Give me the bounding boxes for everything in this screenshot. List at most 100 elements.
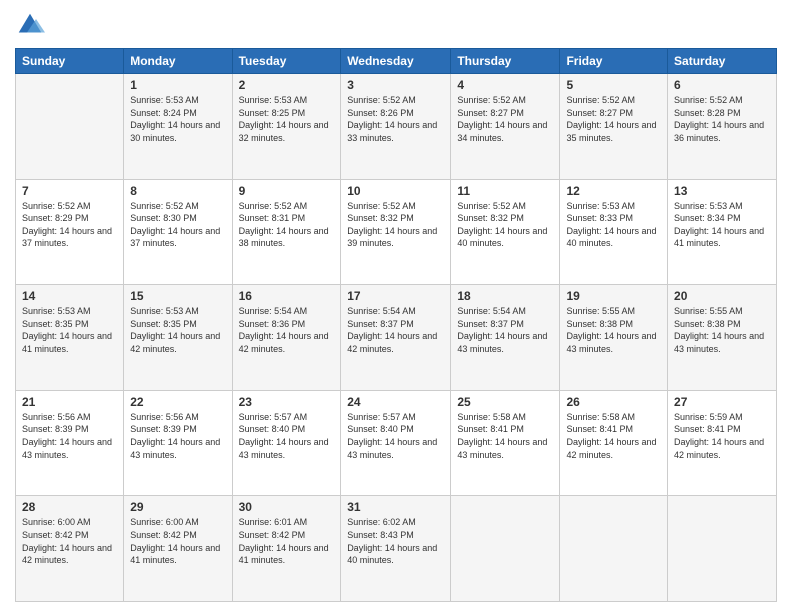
sunrise: Sunrise: 5:53 AM — [22, 306, 91, 316]
sunset: Sunset: 8:33 PM — [566, 213, 633, 223]
sunset: Sunset: 8:37 PM — [457, 319, 524, 329]
day-number: 29 — [130, 500, 225, 514]
sunset: Sunset: 8:35 PM — [22, 319, 89, 329]
daylight: Daylight: 14 hours and 41 minutes. — [22, 331, 112, 354]
sunrise: Sunrise: 6:00 AM — [130, 517, 199, 527]
daylight: Daylight: 14 hours and 42 minutes. — [130, 331, 220, 354]
sunset: Sunset: 8:41 PM — [674, 424, 741, 434]
logo-icon — [15, 10, 45, 40]
sunrise: Sunrise: 5:53 AM — [130, 95, 199, 105]
daylight: Daylight: 14 hours and 33 minutes. — [347, 120, 437, 143]
logo — [15, 10, 49, 40]
calendar-cell: 31 Sunrise: 6:02 AM Sunset: 8:43 PM Dayl… — [341, 496, 451, 602]
day-number: 28 — [22, 500, 117, 514]
sunset: Sunset: 8:36 PM — [239, 319, 306, 329]
day-number: 7 — [22, 184, 117, 198]
sunrise: Sunrise: 5:52 AM — [22, 201, 91, 211]
calendar-cell: 12 Sunrise: 5:53 AM Sunset: 8:33 PM Dayl… — [560, 179, 668, 285]
calendar-cell: 28 Sunrise: 6:00 AM Sunset: 8:42 PM Dayl… — [16, 496, 124, 602]
daylight: Daylight: 14 hours and 41 minutes. — [674, 226, 764, 249]
daylight: Daylight: 14 hours and 36 minutes. — [674, 120, 764, 143]
daylight: Daylight: 14 hours and 37 minutes. — [22, 226, 112, 249]
calendar-cell: 18 Sunrise: 5:54 AM Sunset: 8:37 PM Dayl… — [451, 285, 560, 391]
day-number: 17 — [347, 289, 444, 303]
calendar-cell: 9 Sunrise: 5:52 AM Sunset: 8:31 PM Dayli… — [232, 179, 341, 285]
day-number: 14 — [22, 289, 117, 303]
day-number: 30 — [239, 500, 335, 514]
calendar-cell: 16 Sunrise: 5:54 AM Sunset: 8:36 PM Dayl… — [232, 285, 341, 391]
sunrise: Sunrise: 5:54 AM — [457, 306, 526, 316]
col-sunday: Sunday — [16, 49, 124, 74]
sunset: Sunset: 8:41 PM — [566, 424, 633, 434]
sunset: Sunset: 8:39 PM — [130, 424, 197, 434]
calendar-cell: 29 Sunrise: 6:00 AM Sunset: 8:42 PM Dayl… — [124, 496, 232, 602]
daylight: Daylight: 14 hours and 43 minutes. — [22, 437, 112, 460]
daylight: Daylight: 14 hours and 43 minutes. — [130, 437, 220, 460]
sunset: Sunset: 8:41 PM — [457, 424, 524, 434]
day-number: 8 — [130, 184, 225, 198]
calendar-cell: 17 Sunrise: 5:54 AM Sunset: 8:37 PM Dayl… — [341, 285, 451, 391]
sunrise: Sunrise: 5:52 AM — [130, 201, 199, 211]
sunset: Sunset: 8:27 PM — [457, 108, 524, 118]
sunrise: Sunrise: 5:58 AM — [457, 412, 526, 422]
sunset: Sunset: 8:42 PM — [22, 530, 89, 540]
day-number: 24 — [347, 395, 444, 409]
page: Sunday Monday Tuesday Wednesday Thursday… — [0, 0, 792, 612]
calendar-cell — [668, 496, 777, 602]
daylight: Daylight: 14 hours and 41 minutes. — [130, 543, 220, 566]
day-number: 31 — [347, 500, 444, 514]
day-number: 15 — [130, 289, 225, 303]
sunset: Sunset: 8:31 PM — [239, 213, 306, 223]
sunrise: Sunrise: 5:53 AM — [239, 95, 308, 105]
sunrise: Sunrise: 5:52 AM — [239, 201, 308, 211]
sunrise: Sunrise: 5:57 AM — [347, 412, 416, 422]
sunset: Sunset: 8:35 PM — [130, 319, 197, 329]
sunset: Sunset: 8:25 PM — [239, 108, 306, 118]
day-number: 19 — [566, 289, 661, 303]
day-number: 13 — [674, 184, 770, 198]
sunset: Sunset: 8:30 PM — [130, 213, 197, 223]
calendar-cell: 21 Sunrise: 5:56 AM Sunset: 8:39 PM Dayl… — [16, 390, 124, 496]
daylight: Daylight: 14 hours and 42 minutes. — [674, 437, 764, 460]
sunrise: Sunrise: 5:53 AM — [130, 306, 199, 316]
day-number: 2 — [239, 78, 335, 92]
daylight: Daylight: 14 hours and 42 minutes. — [347, 331, 437, 354]
calendar-cell: 23 Sunrise: 5:57 AM Sunset: 8:40 PM Dayl… — [232, 390, 341, 496]
day-number: 1 — [130, 78, 225, 92]
sunrise: Sunrise: 5:54 AM — [239, 306, 308, 316]
sunrise: Sunrise: 5:53 AM — [566, 201, 635, 211]
sunrise: Sunrise: 5:52 AM — [674, 95, 743, 105]
calendar-cell: 2 Sunrise: 5:53 AM Sunset: 8:25 PM Dayli… — [232, 74, 341, 180]
sunset: Sunset: 8:32 PM — [347, 213, 414, 223]
sunrise: Sunrise: 5:52 AM — [347, 201, 416, 211]
daylight: Daylight: 14 hours and 40 minutes. — [566, 226, 656, 249]
sunset: Sunset: 8:26 PM — [347, 108, 414, 118]
sunrise: Sunrise: 5:53 AM — [674, 201, 743, 211]
sunset: Sunset: 8:28 PM — [674, 108, 741, 118]
sunset: Sunset: 8:39 PM — [22, 424, 89, 434]
daylight: Daylight: 14 hours and 43 minutes. — [457, 331, 547, 354]
daylight: Daylight: 14 hours and 43 minutes. — [457, 437, 547, 460]
col-thursday: Thursday — [451, 49, 560, 74]
col-saturday: Saturday — [668, 49, 777, 74]
daylight: Daylight: 14 hours and 30 minutes. — [130, 120, 220, 143]
sunrise: Sunrise: 5:56 AM — [22, 412, 91, 422]
daylight: Daylight: 14 hours and 43 minutes. — [566, 331, 656, 354]
calendar-cell: 30 Sunrise: 6:01 AM Sunset: 8:42 PM Dayl… — [232, 496, 341, 602]
daylight: Daylight: 14 hours and 42 minutes. — [566, 437, 656, 460]
calendar-cell: 3 Sunrise: 5:52 AM Sunset: 8:26 PM Dayli… — [341, 74, 451, 180]
day-number: 25 — [457, 395, 553, 409]
daylight: Daylight: 14 hours and 43 minutes. — [674, 331, 764, 354]
calendar-cell: 20 Sunrise: 5:55 AM Sunset: 8:38 PM Dayl… — [668, 285, 777, 391]
sunset: Sunset: 8:24 PM — [130, 108, 197, 118]
sunrise: Sunrise: 5:59 AM — [674, 412, 743, 422]
sunrise: Sunrise: 5:52 AM — [347, 95, 416, 105]
sunrise: Sunrise: 5:55 AM — [566, 306, 635, 316]
calendar-cell: 11 Sunrise: 5:52 AM Sunset: 8:32 PM Dayl… — [451, 179, 560, 285]
daylight: Daylight: 14 hours and 42 minutes. — [239, 331, 329, 354]
daylight: Daylight: 14 hours and 35 minutes. — [566, 120, 656, 143]
sunset: Sunset: 8:40 PM — [347, 424, 414, 434]
calendar-cell: 14 Sunrise: 5:53 AM Sunset: 8:35 PM Dayl… — [16, 285, 124, 391]
calendar-cell: 22 Sunrise: 5:56 AM Sunset: 8:39 PM Dayl… — [124, 390, 232, 496]
sunset: Sunset: 8:37 PM — [347, 319, 414, 329]
